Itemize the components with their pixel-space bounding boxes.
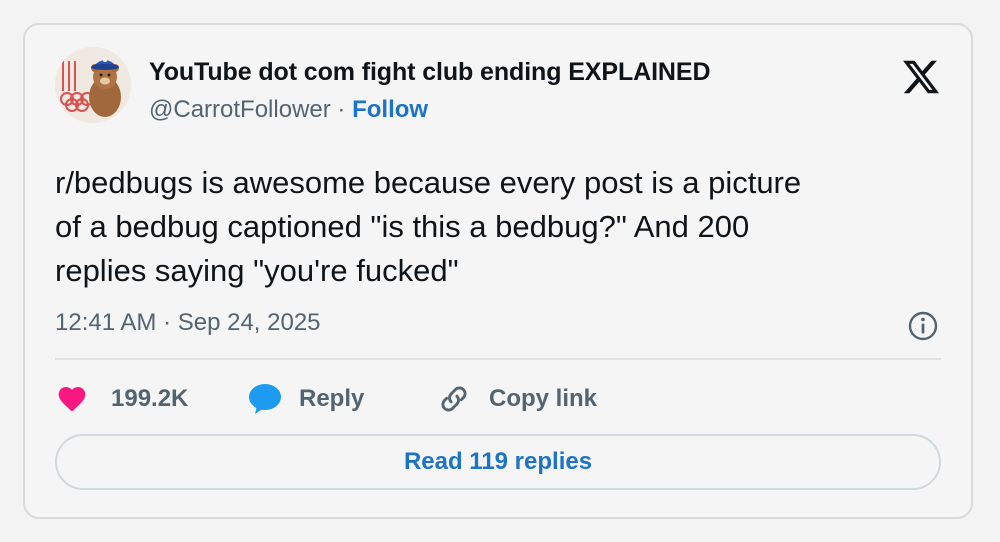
tweet-timestamp[interactable]: 12:41 AM · Sep 24, 2025 <box>55 309 321 337</box>
divider <box>55 358 941 360</box>
avatar[interactable] <box>55 47 131 123</box>
author-handle[interactable]: @CarrotFollower <box>149 96 331 123</box>
like-count: 199.2K <box>111 385 189 412</box>
author-display-name[interactable]: YouTube dot com fight club ending EXPLAI… <box>149 58 711 87</box>
reply-button[interactable]: Reply <box>247 379 364 419</box>
x-logo-icon[interactable] <box>901 57 941 97</box>
handle-row: @CarrotFollower · Follow <box>149 96 428 124</box>
copy-link-button[interactable]: Copy link <box>437 379 597 419</box>
reply-label: Reply <box>299 385 365 412</box>
tweet-text: r/bedbugs is awesome because every post … <box>55 161 935 293</box>
like-button[interactable]: 199.2K <box>55 379 188 419</box>
separator-dot: · <box>337 96 346 123</box>
read-replies-button[interactable]: Read 119 replies <box>55 434 941 490</box>
info-icon[interactable] <box>907 310 939 342</box>
tweet-text-line: replies saying "you're fucked" <box>55 253 459 288</box>
tweet-card: YouTube dot com fight club ending EXPLAI… <box>23 23 973 519</box>
reply-bubble-icon <box>249 384 281 414</box>
tweet-text-line: of a bedbug captioned "is this a bedbug?… <box>55 209 750 244</box>
bear-mascot-avatar-icon <box>55 47 131 123</box>
copy-link-label: Copy link <box>489 385 598 412</box>
tweet-text-line: r/bedbugs is awesome because every post … <box>55 165 802 200</box>
heart-icon <box>58 387 86 412</box>
follow-button[interactable]: Follow <box>352 96 428 123</box>
link-icon <box>441 386 467 412</box>
